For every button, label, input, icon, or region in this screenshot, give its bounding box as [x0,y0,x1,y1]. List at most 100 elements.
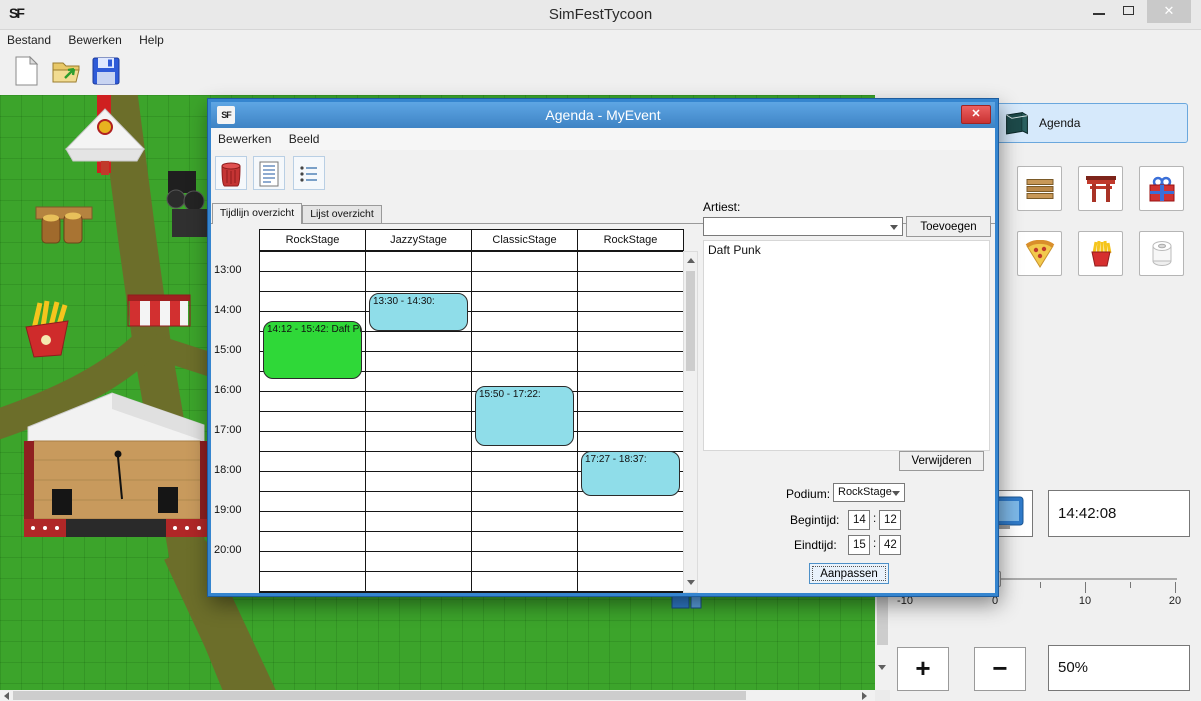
end-hour-input[interactable]: 15 [848,535,870,555]
close-icon: ✕ [1164,3,1175,18]
end-minute-input[interactable]: 42 [879,535,901,555]
fries-stand [26,301,68,357]
main-toolbar [0,50,1201,95]
grid-body[interactable]: 14:12 - 15:42: Daft Punk13:30 - 14:30: 15… [259,251,684,593]
slider-label: 20 [1169,595,1181,607]
column-header: JazzyStage [366,230,471,250]
dialog-close-button[interactable]: ✕ [961,105,991,124]
end-time-label: Eindtijd: [794,538,837,552]
slider-tick [1040,582,1041,588]
open-file-button[interactable] [48,54,84,91]
blue-sign-small [691,595,701,608]
slider-label: -10 [897,595,913,607]
grid-column[interactable] [578,252,683,592]
grid-header: RockStageJazzyStageClassicStageRockStage [259,229,684,251]
shop-item-pizza[interactable] [1017,231,1062,276]
list-view-button[interactable] [293,156,325,190]
slider-label: 0 [992,595,998,607]
dialog-menu-beeld[interactable]: Beeld [282,128,327,150]
zoom-in-button[interactable]: + [897,647,949,691]
column-header: RockStage [260,230,365,250]
remove-artist-button[interactable]: Verwijderen [899,451,984,471]
time-label: 13:00 [214,264,242,276]
grid-scroll-up-icon[interactable] [687,258,695,263]
slider-tick [1085,582,1086,593]
schedule-event[interactable]: 15:50 - 17:22: [475,386,574,445]
grid-scroll-down-icon[interactable] [687,580,695,585]
time-label: 15:00 [214,344,242,356]
new-file-icon [13,56,39,86]
sidebar-agenda-label: Agenda [1039,104,1080,142]
start-minute-input[interactable]: 12 [879,510,901,530]
chevron-down-icon [890,225,898,230]
market-stand [36,207,92,243]
clock-display: 14:42:08 [1048,490,1190,537]
close-button[interactable]: ✕ [1147,0,1191,23]
shop-item-toilet-paper[interactable] [1139,231,1184,276]
grid-scrollbar[interactable] [683,251,698,593]
maximize-button[interactable] [1116,0,1142,23]
time-label: 19:00 [214,504,242,516]
dialog-title: Agenda - MyEvent [211,102,995,128]
pizza-icon [1025,240,1055,268]
dialog-toolbar [211,150,995,198]
schedule-event[interactable]: 17:27 - 18:37: [581,451,680,496]
artist-list-item[interactable]: Daft Punk [704,241,989,259]
time-label: 14:00 [214,304,242,316]
apply-button[interactable]: Aanpassen [809,563,889,584]
shop-item-gift[interactable] [1139,166,1184,211]
window-titlebar[interactable]: SF SimFestTycoon ✕ [0,0,1201,30]
slider-labels: -1001020 [905,595,1177,609]
open-file-icon [51,56,81,86]
artist-combobox[interactable] [703,217,903,236]
time-label: 18:00 [214,464,242,476]
new-file-button[interactable] [8,54,44,91]
podium-combobox[interactable]: RockStage [833,483,905,502]
artist-list[interactable]: Daft Punk [703,240,990,451]
time-label: 20:00 [214,544,242,556]
maximize-icon [1123,6,1134,15]
tab-lijst-overzicht[interactable]: Lijst overzicht [302,205,382,224]
grid-column[interactable] [260,252,365,592]
menu-help[interactable]: Help [132,30,171,50]
shop-item-fries[interactable] [1078,231,1123,276]
horizontal-scroll-thumb[interactable] [13,691,746,700]
scroll-down-icon[interactable] [878,665,886,670]
schedule-event[interactable]: 13:30 - 14:30: [369,293,468,331]
map-horizontal-scrollbar[interactable] [0,690,875,701]
shop-item-torii[interactable] [1078,166,1123,211]
podium-label: Podium: [786,487,830,501]
dialog-menu-bewerken[interactable]: Bewerken [211,128,278,150]
podium-combo-value: RockStage [838,486,892,498]
dialog-titlebar[interactable]: SF Agenda - MyEvent ✕ [211,102,995,128]
fries-icon [1088,240,1114,268]
slider-label: 10 [1079,595,1091,607]
start-hour-input[interactable]: 14 [848,510,870,530]
save-button[interactable] [88,54,124,91]
time-label: 17:00 [214,424,242,436]
grid-scroll-thumb[interactable] [686,271,695,371]
zoom-out-button[interactable]: − [974,647,1026,691]
list-view-icon [299,164,319,184]
timeline-view-icon [258,161,280,187]
menu-bar: Bestand Bewerken Help [0,30,1201,50]
artist-label: Artiest: [703,200,740,214]
time-separator: : [873,538,876,550]
scroll-right-icon[interactable] [862,692,867,700]
tab-tijdlijn-overzicht[interactable]: Tijdlijn overzicht [212,203,302,224]
slider-tick [1130,582,1131,588]
menu-bewerken[interactable]: Bewerken [61,30,128,50]
striped-tent [128,295,190,326]
menu-bestand[interactable]: Bestand [0,30,58,50]
schedule-event[interactable]: 14:12 - 15:42: Daft Punk [263,321,362,379]
minimize-button[interactable] [1086,0,1112,23]
delete-event-button[interactable] [215,156,247,190]
add-artist-button[interactable]: Toevoegen [906,216,991,237]
toilet-paper-icon [1150,240,1174,268]
sidebar-agenda-button[interactable]: Agenda [990,103,1188,143]
scrollbar-corner [875,690,890,701]
scroll-left-icon[interactable] [4,692,9,700]
shop-item-pallet[interactable] [1017,166,1062,211]
slider-tick [1175,582,1176,593]
timeline-view-button[interactable] [253,156,285,190]
